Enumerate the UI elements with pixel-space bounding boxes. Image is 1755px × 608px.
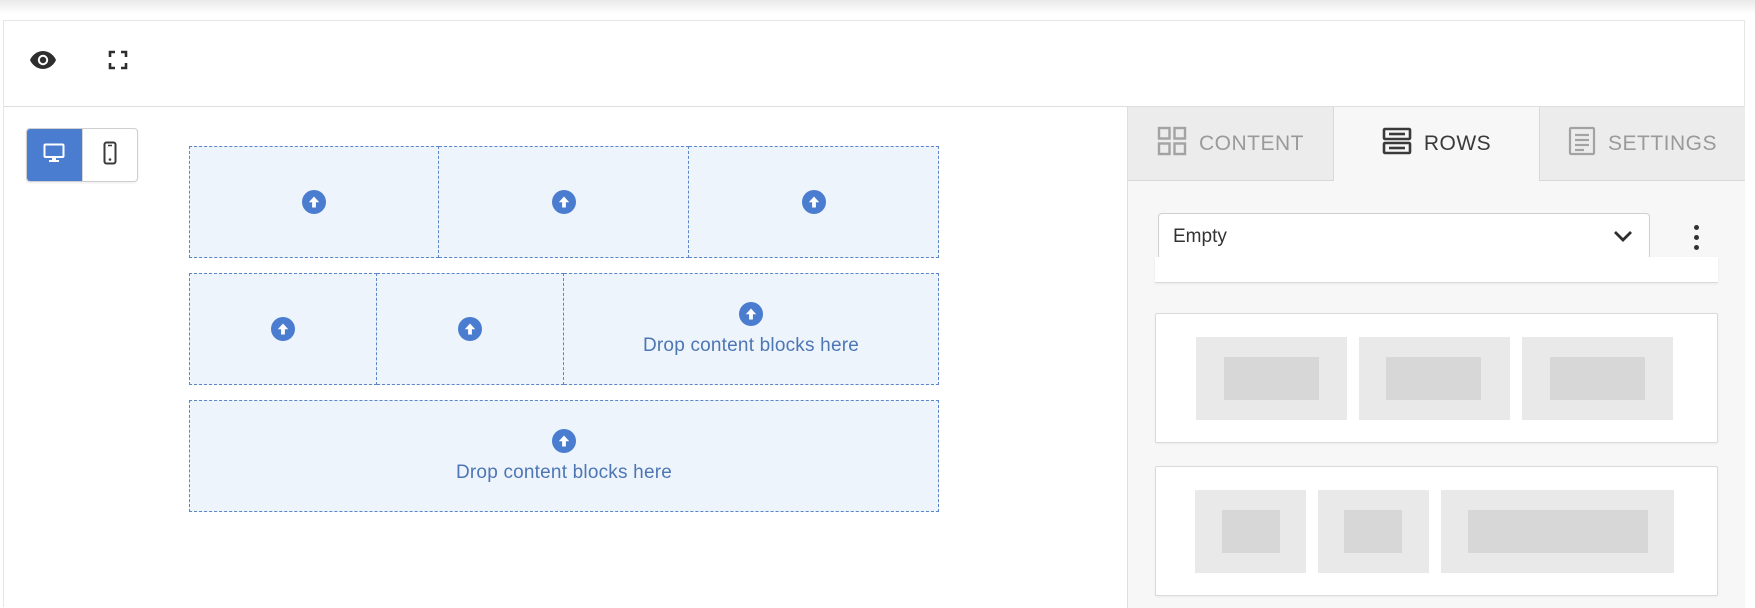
drop-zone[interactable]: Drop content blocks here	[564, 273, 939, 385]
mobile-view-button[interactable]	[81, 129, 138, 181]
tab-rows[interactable]: ROWS	[1333, 107, 1540, 181]
upload-icon	[551, 190, 576, 214]
tab-label: CONTENT	[1199, 131, 1304, 155]
upload-icon	[552, 428, 576, 453]
chevron-down-icon	[1613, 226, 1633, 248]
desktop-view-button[interactable]	[27, 129, 82, 181]
canvas-row-1	[189, 146, 939, 258]
upload-icon	[801, 190, 826, 214]
eye-icon	[29, 50, 57, 75]
block-placeholder	[1550, 357, 1645, 400]
upload-icon	[739, 301, 763, 326]
block-placeholder	[1222, 510, 1280, 553]
upload-icon	[302, 190, 326, 214]
panel-tabs: CONTENT ROWS SETTINGS	[1128, 107, 1745, 181]
column-placeholder	[1359, 337, 1510, 420]
mobile-icon	[103, 141, 117, 170]
editor-frame: Drop content blocks here Drop content bl…	[3, 20, 1745, 608]
design-canvas: Drop content blocks here Drop content bl…	[4, 107, 1127, 608]
drop-zone[interactable]	[689, 146, 939, 258]
upload-icon	[271, 317, 295, 341]
editor-toolbar	[4, 21, 1744, 107]
drop-zone[interactable]	[439, 146, 689, 258]
column-placeholder	[1522, 337, 1673, 420]
side-panel: CONTENT ROWS SETTINGS Empty	[1127, 107, 1745, 608]
fullscreen-icon	[108, 50, 128, 75]
device-toggle	[26, 128, 138, 182]
column-placeholder	[1441, 490, 1674, 573]
preview-button[interactable]	[28, 47, 58, 77]
drop-zone[interactable]	[189, 146, 439, 258]
document-icon	[1568, 126, 1596, 162]
fullscreen-button[interactable]	[105, 49, 131, 75]
row-preview-card[interactable]	[1155, 466, 1718, 596]
drop-zone-label: Drop content blocks here	[455, 461, 673, 483]
drop-zone[interactable]: Drop content blocks here	[189, 400, 939, 512]
tab-label: SETTINGS	[1607, 131, 1717, 155]
select-value: Empty	[1173, 225, 1227, 247]
tab-label: ROWS	[1423, 132, 1492, 155]
column-placeholder	[1318, 490, 1429, 573]
block-placeholder	[1468, 510, 1648, 553]
drop-zone[interactable]	[377, 273, 564, 385]
block-placeholder	[1224, 357, 1319, 400]
row-type-select[interactable]: Empty	[1158, 213, 1650, 260]
canvas-row-3: Drop content blocks here	[189, 400, 939, 512]
column-placeholder	[1196, 337, 1347, 420]
block-placeholder	[1344, 510, 1402, 553]
more-vertical-icon[interactable]	[1684, 219, 1708, 255]
rows-icon	[1382, 126, 1412, 162]
desktop-icon	[43, 143, 65, 168]
tab-content[interactable]: CONTENT	[1128, 107, 1333, 181]
canvas-row-2: Drop content blocks here	[189, 273, 939, 385]
upload-icon	[458, 317, 482, 341]
column-placeholder	[1195, 490, 1306, 573]
block-placeholder	[1386, 357, 1481, 400]
top-shadow	[0, 0, 1755, 14]
drop-zone-label: Drop content blocks here	[642, 334, 860, 356]
tab-settings[interactable]: SETTINGS	[1540, 107, 1745, 181]
row-preview-card[interactable]	[1155, 313, 1718, 443]
grid-icon	[1157, 126, 1187, 162]
row-preview-card-partial[interactable]	[1155, 257, 1718, 283]
drop-zone[interactable]	[189, 273, 377, 385]
